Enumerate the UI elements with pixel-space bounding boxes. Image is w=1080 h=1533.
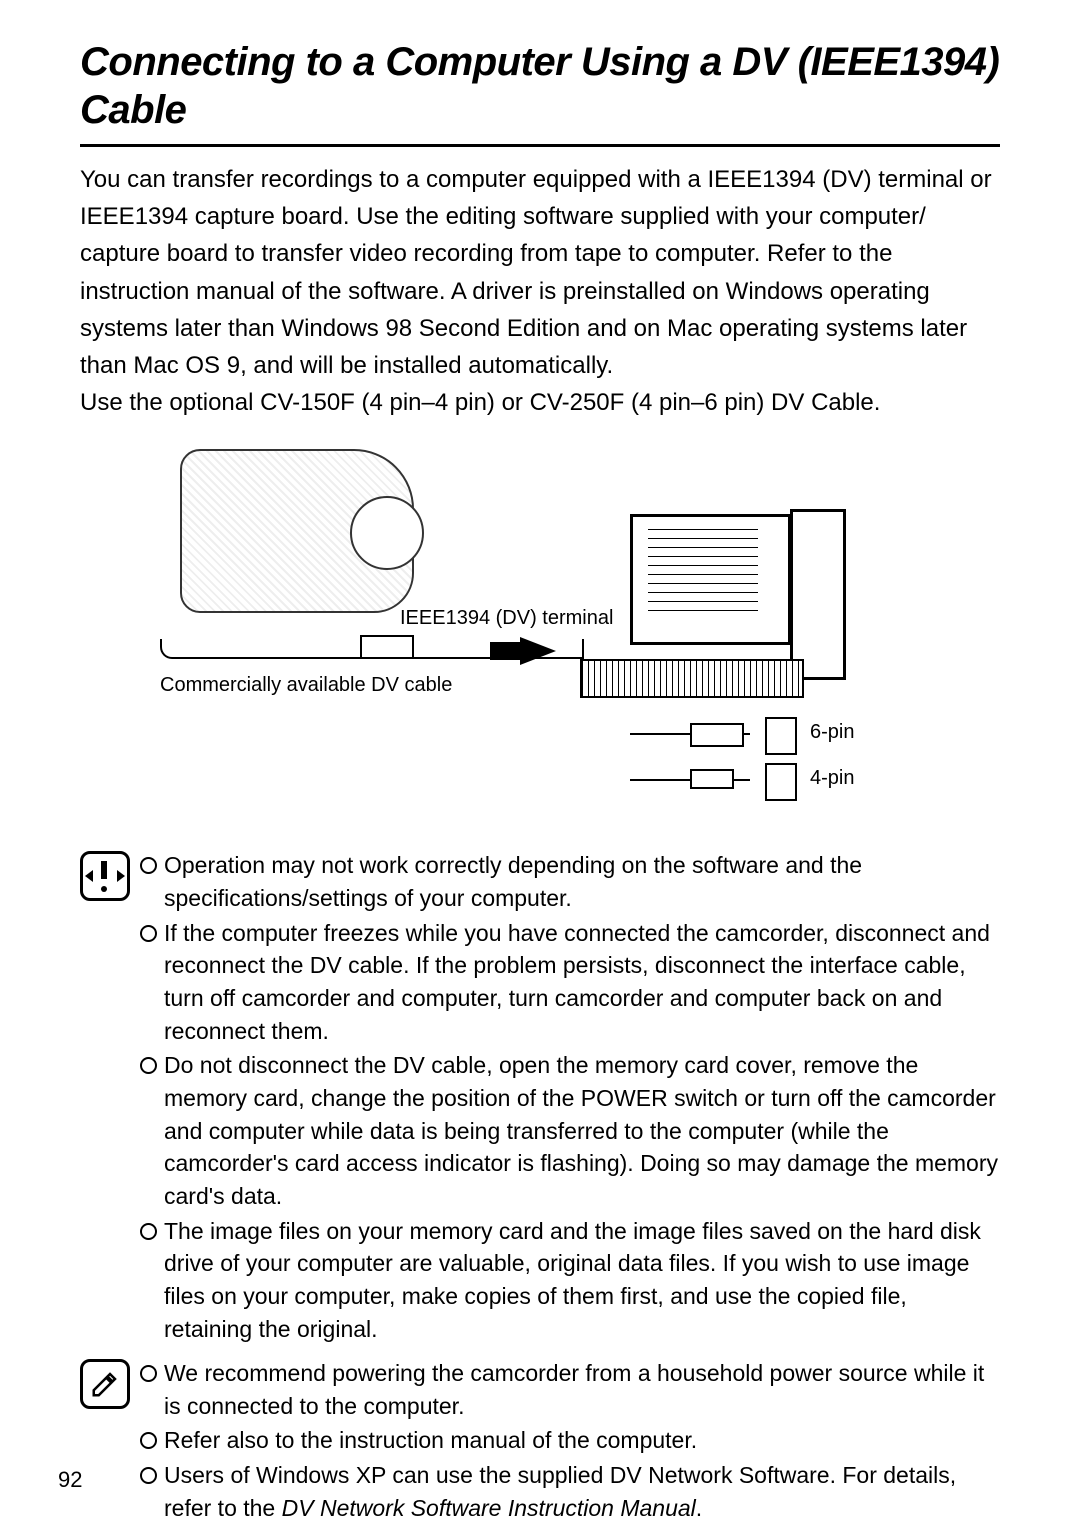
- page-number: 92: [58, 1467, 82, 1493]
- pin4-label: 4-pin: [810, 767, 854, 790]
- title-divider: [80, 144, 1000, 147]
- pin6-label: 6-pin: [810, 721, 854, 744]
- plug-4pin-icon: [690, 769, 734, 789]
- page-title: Connecting to a Computer Using a DV (IEE…: [80, 38, 1000, 134]
- caution-icon: [80, 851, 130, 901]
- monitor-icon: [630, 514, 791, 645]
- manual-page: Connecting to a Computer Using a DV (IEE…: [0, 0, 1080, 1533]
- note-list: We recommend powering the camcorder from…: [140, 1357, 1000, 1526]
- computer-tower-icon: [790, 509, 846, 680]
- caution-section: Operation may not work correctly dependi…: [80, 849, 1000, 1347]
- camcorder-icon: [180, 449, 414, 613]
- caution-list: Operation may not work correctly dependi…: [140, 849, 1000, 1347]
- note-item: Users of Windows XP can use the supplied…: [140, 1459, 1000, 1524]
- socket-6pin-icon: [765, 717, 797, 755]
- note-icon: [80, 1359, 130, 1409]
- diagram-box: IEEE1394 (DV) terminal Commercially avai…: [80, 439, 950, 829]
- pencil-note-icon: [90, 1369, 120, 1399]
- intro-cable-text: Use the optional CV-150F (4 pin–4 pin) o…: [80, 389, 880, 416]
- caution-item: Operation may not work correctly dependi…: [140, 849, 1000, 914]
- socket-4pin-icon: [765, 763, 797, 801]
- caution-item: Do not disconnect the DV cable, open the…: [140, 1049, 1000, 1212]
- manual-reference: DV Network Software Instruction Manual: [282, 1495, 696, 1521]
- keyboard-icon: [580, 659, 804, 698]
- cable-connector-icon: [360, 635, 414, 659]
- note-icon-column: [80, 1357, 140, 1526]
- note-item: We recommend powering the camcorder from…: [140, 1357, 1000, 1422]
- note-section: We recommend powering the camcorder from…: [80, 1357, 1000, 1526]
- cable-label: Commercially available DV cable: [160, 674, 452, 697]
- caution-item: If the computer freezes while you have c…: [140, 917, 1000, 1048]
- caution-icon-column: [80, 849, 140, 1347]
- note-item: Refer also to the instruction manual of …: [140, 1424, 1000, 1457]
- note-item-tail: .: [696, 1495, 702, 1521]
- terminal-label: IEEE1394 (DV) terminal: [400, 607, 613, 630]
- intro-text: You can transfer recordings to a compute…: [80, 166, 992, 379]
- arrow-icon: [520, 637, 556, 665]
- caution-item: The image files on your memory card and …: [140, 1215, 1000, 1346]
- plug-6pin-icon: [690, 723, 744, 747]
- intro-paragraph: You can transfer recordings to a compute…: [80, 161, 1000, 421]
- connection-diagram: IEEE1394 (DV) terminal Commercially avai…: [80, 439, 1000, 829]
